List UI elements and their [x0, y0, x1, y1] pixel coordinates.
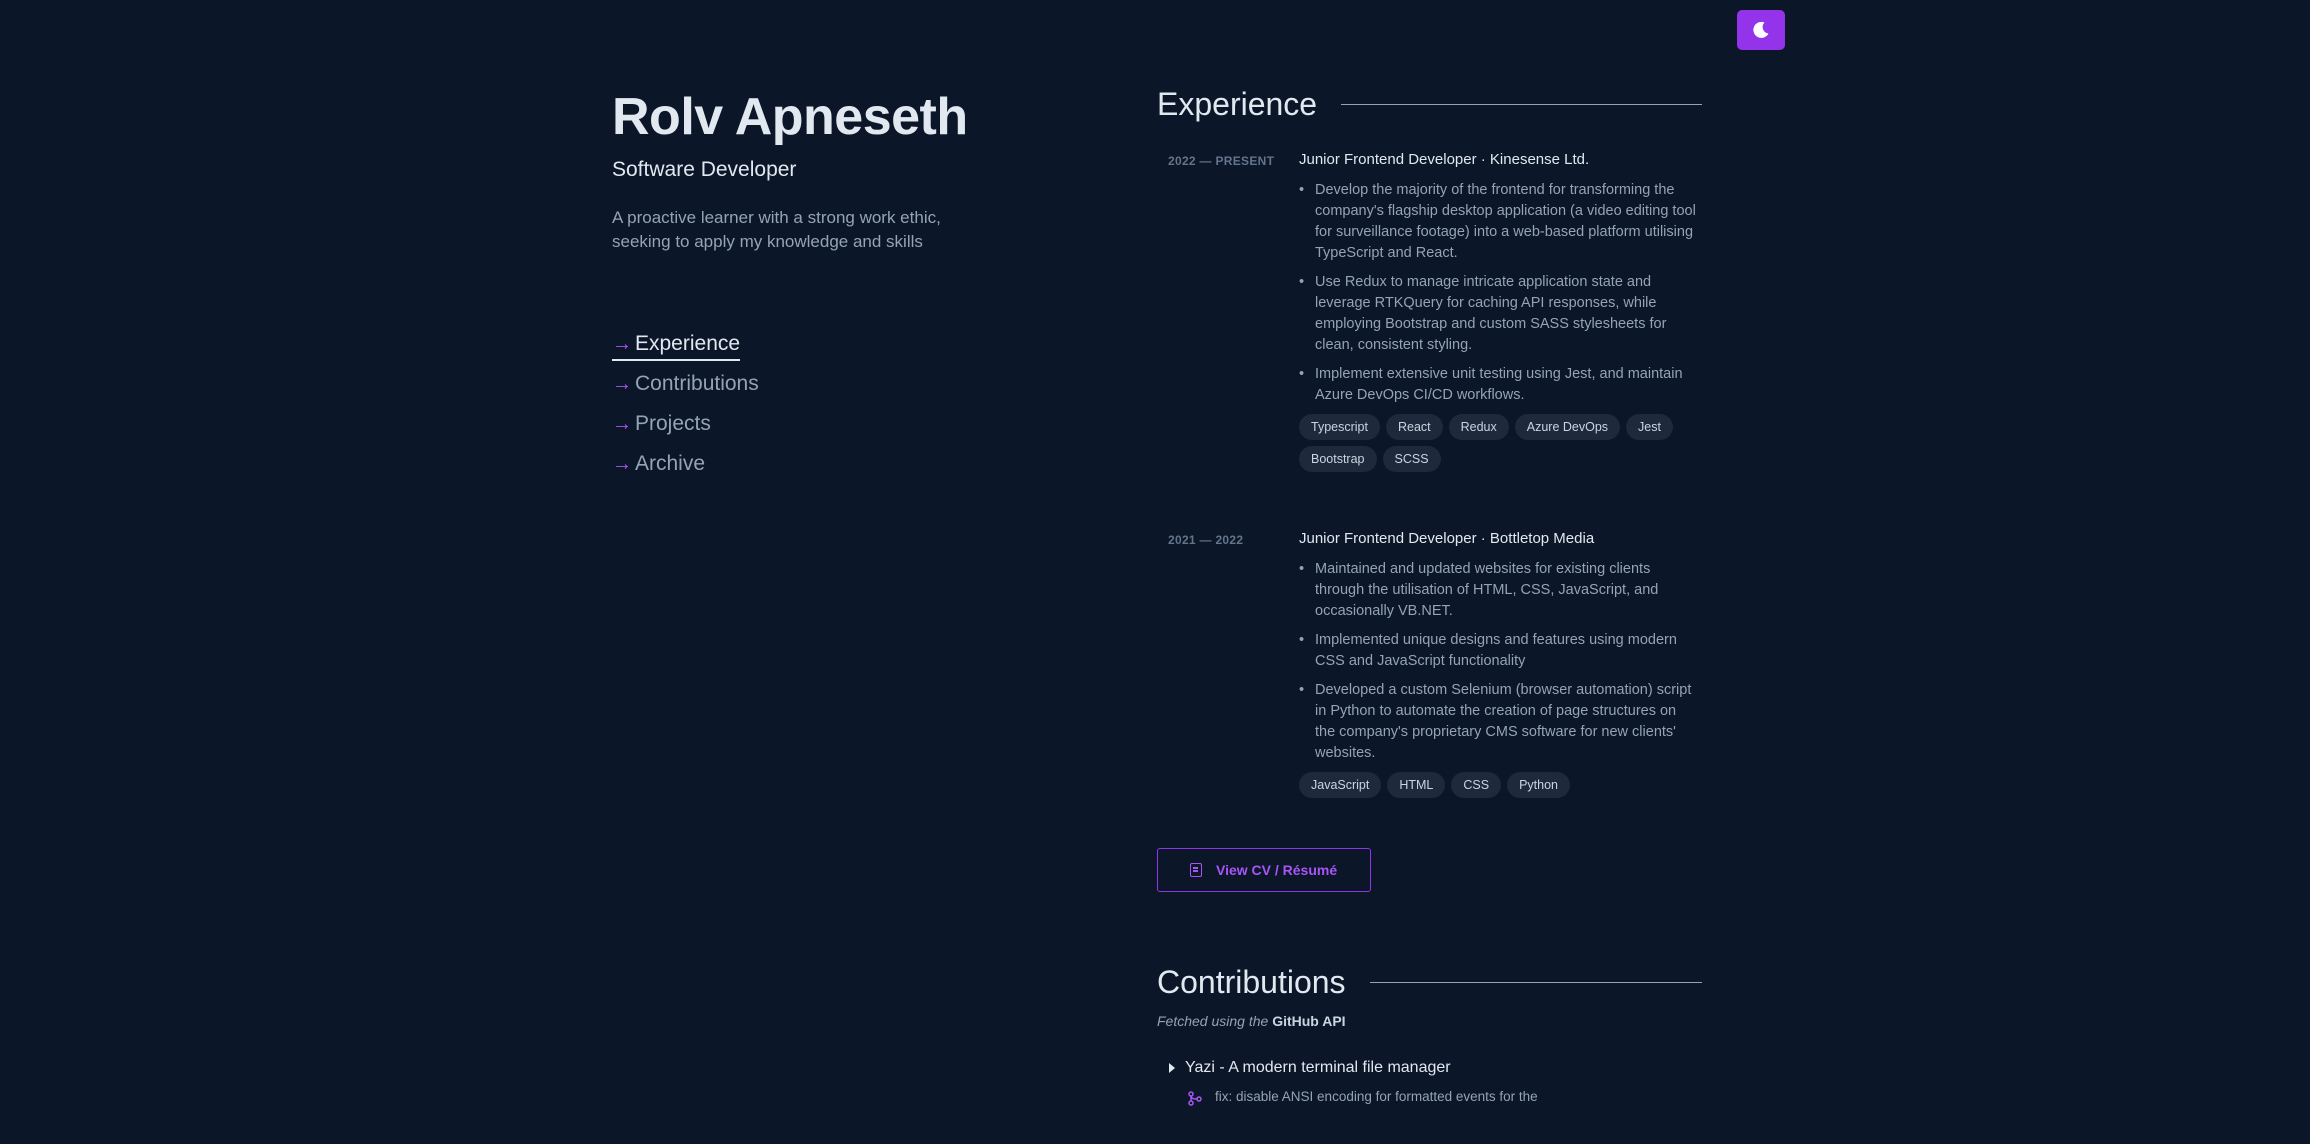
- tech-tag: SCSS: [1382, 446, 1441, 472]
- nav-item-contributions[interactable]: → Contributions: [612, 364, 972, 404]
- job-bullets: Develop the majority of the frontend for…: [1299, 180, 1702, 406]
- profile-bio: A proactive learner with a strong work e…: [612, 208, 941, 251]
- job-bullet: Use Redux to manage intricate applicatio…: [1299, 272, 1697, 356]
- section-title: Experience: [1157, 86, 1318, 122]
- tech-tag: Typescript: [1299, 414, 1380, 440]
- divider: [1341, 104, 1702, 105]
- contributions-section: Contributions Fetched using the GitHub A…: [1157, 964, 1702, 1106]
- section-nav: → Experience → Contributions → Projects …: [611, 324, 972, 484]
- fetched-source: GitHub API: [1272, 1013, 1346, 1029]
- nav-item-label: Archive: [635, 452, 706, 475]
- job-bullet: Maintained and updated websites for exis…: [1299, 559, 1697, 622]
- profile-role: Software Developer: [612, 158, 797, 181]
- caret-right-icon: [1169, 1063, 1175, 1073]
- nav-item-label: Experience: [635, 332, 741, 355]
- nav-item-label: Contributions: [635, 372, 759, 395]
- repo-disclosure[interactable]: Yazi - A modern terminal file manager: [1169, 1059, 1702, 1077]
- tech-tag: Azure DevOps: [1514, 414, 1621, 440]
- job-entry: 2021 — 2022 Junior Frontend Developer · …: [1157, 530, 1702, 798]
- tech-tag: Bootstrap: [1299, 446, 1377, 472]
- tech-tag: Redux: [1448, 414, 1509, 440]
- document-icon: [1190, 863, 1202, 877]
- job-title: Junior Frontend Developer · Kinesense Lt…: [1299, 151, 1590, 168]
- section-header: Contributions: [1157, 964, 1702, 1001]
- moon-icon: [1753, 21, 1769, 38]
- arrow-right-icon: →: [612, 412, 632, 435]
- arrow-right-icon: →: [612, 332, 632, 355]
- job-bullets: Maintained and updated websites for exis…: [1299, 559, 1702, 764]
- nav-item-archive[interactable]: → Archive: [612, 444, 972, 484]
- view-cv-button[interactable]: View CV / Résumé: [1157, 848, 1371, 892]
- fetched-prefix: Fetched using the: [1157, 1013, 1269, 1029]
- nav-item-projects[interactable]: → Projects: [612, 404, 972, 444]
- theme-toggle-button[interactable]: [1737, 10, 1785, 50]
- tech-tags: Typescript React Redux Azure DevOps Jest…: [1299, 414, 1699, 472]
- profile-panel: Rolv Apneseth Software Developer A proac…: [611, 86, 972, 484]
- view-cv-label: View CV / Résumé: [1216, 862, 1338, 878]
- section-header: Experience: [1157, 86, 1702, 123]
- divider: [1369, 982, 1702, 983]
- experience-section: Experience 2022 — PRESENT Junior Fronten…: [1157, 86, 1702, 892]
- job-bullet: Implemented unique designs and features …: [1299, 630, 1697, 672]
- nav-item-label: Projects: [635, 412, 711, 435]
- nav-item-experience[interactable]: → Experience: [611, 324, 972, 364]
- section-title: Contributions: [1157, 964, 1346, 1000]
- merge-icon: [1188, 1091, 1202, 1106]
- arrow-right-icon: →: [612, 452, 632, 475]
- commit-message: fix: disable ANSI encoding for formatted…: [1215, 1089, 1538, 1104]
- job-title: Junior Frontend Developer · Bottletop Me…: [1299, 530, 1595, 547]
- job-entry: 2022 — PRESENT Junior Frontend Developer…: [1157, 151, 1702, 472]
- main-content: Experience 2022 — PRESENT Junior Fronten…: [1157, 86, 1702, 1106]
- tech-tag: React: [1385, 414, 1443, 440]
- job-bullet: Develop the majority of the frontend for…: [1299, 180, 1697, 264]
- arrow-right-icon: →: [612, 372, 632, 395]
- fetched-note: Fetched using the GitHub API: [1157, 1013, 1702, 1029]
- job-bullet: Implement extensive unit testing using J…: [1299, 364, 1697, 406]
- commit-item[interactable]: fix: disable ANSI encoding for formatted…: [1187, 1089, 1702, 1106]
- tech-tag: Python: [1507, 772, 1571, 798]
- tech-tag: CSS: [1451, 772, 1502, 798]
- job-date: 2022 — PRESENT: [1168, 154, 1275, 168]
- tech-tag: HTML: [1387, 772, 1446, 798]
- tech-tags: JavaScript HTML CSS Python: [1299, 772, 1699, 798]
- tech-tag: JavaScript: [1299, 772, 1382, 798]
- job-bullet: Developed a custom Selenium (browser aut…: [1299, 680, 1697, 764]
- profile-name: Rolv Apneseth: [612, 88, 968, 146]
- job-date: 2021 — 2022: [1168, 533, 1244, 547]
- tech-tag: Jest: [1626, 414, 1673, 440]
- repo-name: Yazi - A modern terminal file manager: [1185, 1059, 1451, 1076]
